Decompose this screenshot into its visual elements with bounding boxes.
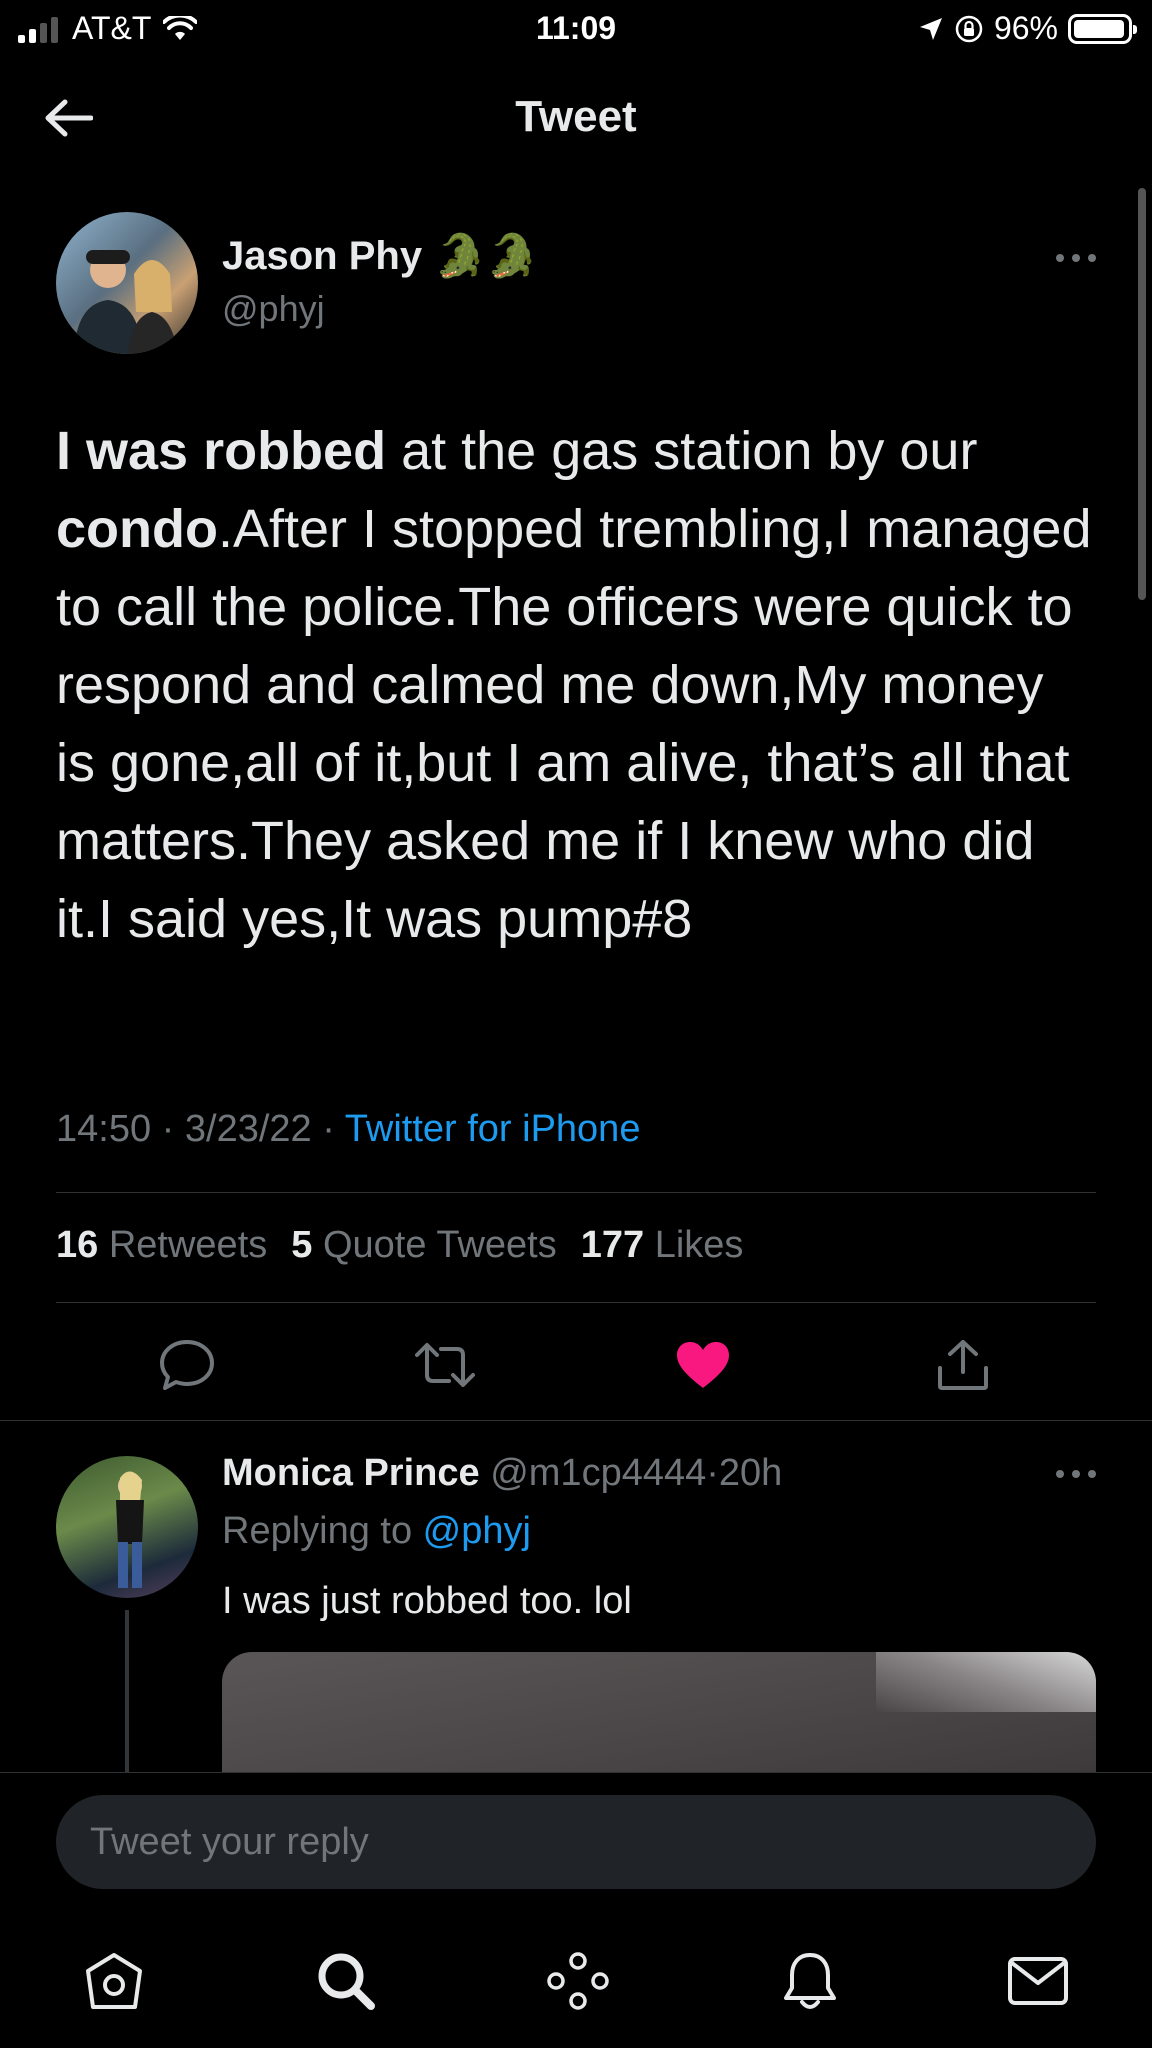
author-name[interactable]: Jason Phy (222, 234, 422, 279)
search-icon (318, 1953, 375, 2010)
scroll-indicator[interactable] (1138, 188, 1146, 600)
battery-percent: 96% (993, 10, 1058, 46)
replying-prefix: Replying to (222, 1510, 423, 1552)
quotes-stat[interactable]: 5 Quote Tweets (291, 1224, 556, 1267)
meta-separator: · (311, 1108, 345, 1150)
header: Tweet (0, 58, 1152, 178)
reply-header[interactable]: Monica Prince @m1cp4444·20h (222, 1452, 782, 1495)
avatar-photo-icon (116, 1471, 144, 1588)
retweet-button[interactable] (410, 1330, 480, 1400)
tweet-text: I was robbed at the gas station by our c… (56, 412, 1096, 958)
reply-icon (160, 1340, 214, 1390)
tweet-text-part-2: .After I stopped trembling,I managed to … (56, 499, 1092, 949)
like-button[interactable] (668, 1330, 738, 1400)
reply-button[interactable] (152, 1330, 222, 1400)
tab-notifications[interactable] (770, 1941, 850, 2021)
retweet-icon (415, 1343, 475, 1387)
quotes-count: 5 (291, 1224, 313, 1266)
tweet-text-bold-2: condo (56, 499, 218, 559)
more-options-button[interactable] (1048, 238, 1104, 278)
spaces-icon (547, 1952, 609, 2010)
reply-text: I was just robbed too. lol (222, 1580, 632, 1622)
status-bar: AT&T 11:09 96% (0, 0, 1152, 58)
tweet-date[interactable]: 3/23/22 (185, 1108, 312, 1150)
meta-separator: · (706, 1452, 719, 1494)
author-row[interactable]: Jason Phy 🐊🐊 (222, 232, 539, 281)
more-horizontal-icon (1056, 254, 1096, 262)
reply-media-image[interactable] (222, 1652, 1096, 1772)
tweet-text-bold-1: I was robbed (56, 421, 387, 481)
tab-messages[interactable] (998, 1941, 1078, 2021)
quotes-label: Quote Tweets (322, 1224, 557, 1266)
author-avatar[interactable] (56, 212, 198, 354)
author-handle[interactable]: @phyj (222, 288, 325, 330)
likes-count: 177 (580, 1224, 645, 1266)
tweet-source[interactable]: Twitter for iPhone (345, 1108, 641, 1150)
battery-icon (1068, 13, 1137, 44)
divider (56, 1302, 1096, 1303)
home-icon (86, 1953, 142, 2009)
avatar-photo-icon (74, 250, 178, 354)
mail-icon (1008, 1957, 1068, 2005)
bottom-area (0, 1772, 1152, 2048)
page-title: Tweet (515, 92, 637, 141)
reply-author-avatar[interactable] (56, 1456, 198, 1598)
retweets-stat[interactable]: 16 Retweets (56, 1224, 267, 1267)
share-icon (938, 1340, 988, 1390)
replying-to: Replying to @phyj (222, 1510, 531, 1553)
author-emoji: 🐊🐊 (434, 232, 539, 279)
retweets-label: Retweets (108, 1224, 268, 1266)
heart-filled-icon (677, 1342, 729, 1388)
meta-separator: · (151, 1108, 185, 1150)
tab-search[interactable] (306, 1941, 386, 2021)
status-right: 96% (918, 10, 1137, 47)
reply-author-handle[interactable]: @m1cp4444 (490, 1452, 706, 1494)
reply-input[interactable] (56, 1795, 1096, 1889)
reply-composer[interactable] (56, 1795, 1096, 1889)
orientation-lock-icon (955, 15, 983, 42)
likes-stat[interactable]: 177 Likes (581, 1224, 744, 1267)
tweet-text-part-1: at the gas station by our (386, 421, 978, 481)
tweet-time[interactable]: 14:50 (56, 1108, 151, 1150)
tweet-meta: 14:50 · 3/23/22 · Twitter for iPhone (56, 1108, 640, 1151)
share-button[interactable] (928, 1330, 998, 1400)
tab-home[interactable] (74, 1941, 154, 2021)
tab-spaces[interactable] (538, 1941, 618, 2021)
reply-age[interactable]: 20h (719, 1452, 782, 1494)
likes-label: Likes (654, 1224, 744, 1266)
retweets-count: 16 (56, 1224, 99, 1266)
bell-icon (784, 1953, 836, 2009)
replying-mention[interactable]: @phyj (423, 1510, 531, 1552)
more-horizontal-icon (1056, 1470, 1096, 1478)
divider (56, 1192, 1096, 1193)
thread-line (125, 1610, 129, 1772)
divider (0, 1420, 1152, 1421)
tab-bar (0, 1941, 1152, 2041)
location-arrow-icon (919, 17, 942, 40)
engagement-stats: 16 Retweets 5 Quote Tweets 177 Likes (56, 1224, 743, 1267)
tweet-actions (0, 1330, 1152, 1400)
reply-more-options-button[interactable] (1048, 1454, 1104, 1494)
reply-author-name[interactable]: Monica Prince (222, 1452, 480, 1494)
